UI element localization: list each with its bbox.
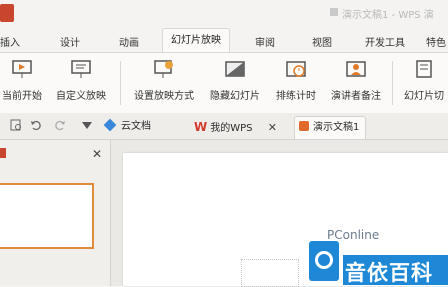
presentation-icon	[299, 121, 309, 131]
tab-my-wps[interactable]: W 我的WPS ✕	[194, 116, 277, 138]
tab-review[interactable]: 审阅	[255, 34, 275, 49]
rehearse-timing-button[interactable]: 排练计时	[270, 53, 322, 111]
watermark-brand: PConline	[327, 228, 380, 242]
wps-logo-icon: W	[194, 120, 208, 134]
watermark-logo-icon	[309, 241, 339, 281]
menu-bar: 插入 设计 动画 幻灯片放映 审阅 视图 开发工具 特色	[0, 28, 448, 53]
print-preview-icon[interactable]	[10, 119, 22, 131]
cloud-doc-icon	[103, 118, 117, 132]
speaker-notes-icon	[346, 61, 366, 77]
speaker-notes-button[interactable]: 演讲者备注	[324, 53, 388, 111]
tab-presentation-1-label: 演示文稿1	[313, 122, 360, 133]
tab-design[interactable]: 设计	[60, 34, 80, 49]
ribbon-divider	[392, 61, 393, 105]
slide-switch-button[interactable]: 幻灯片切	[400, 53, 448, 111]
ribbon-divider	[120, 61, 121, 105]
slide-switch-label: 幻灯片切	[404, 91, 444, 102]
ribbon: 当前开始 自定义放映 设置放映方式 隐藏幻灯片 排练计时 演讲者备注 幻灯片切	[0, 52, 448, 114]
play-from-current-button[interactable]: 当前开始	[0, 53, 44, 111]
slide-thumbnail-pane: ✕	[0, 140, 111, 286]
document-tab-strip: 云文档 W 我的WPS ✕ 演示文稿1	[0, 113, 448, 140]
hide-slide-button[interactable]: 隐藏幻灯片	[204, 53, 266, 111]
tab-cloud-docs[interactable]: 云文档	[103, 116, 151, 138]
presentation-icon	[330, 8, 338, 16]
show-settings-icon	[154, 60, 173, 78]
close-icon[interactable]: ✕	[268, 121, 277, 134]
tab-slideshow[interactable]: 幻灯片放映	[162, 28, 230, 53]
tab-my-wps-label: 我的WPS	[210, 123, 253, 134]
undo-icon[interactable]	[30, 119, 42, 131]
tab-view[interactable]: 视图	[312, 34, 332, 49]
watermark-logo-ring	[315, 251, 333, 269]
show-settings-label: 设置放映方式	[134, 91, 194, 102]
wps-app-icon[interactable]	[0, 4, 14, 22]
window-title: 演示文稿1 - WPS 演	[342, 10, 434, 21]
rehearse-timing-label: 排练计时	[276, 91, 316, 102]
watermark-chinese: 音依百科	[345, 261, 433, 285]
close-icon[interactable]: ✕	[92, 147, 102, 161]
tab-developer[interactable]: 开发工具	[365, 34, 405, 49]
slide-thumbnail[interactable]	[0, 183, 94, 249]
slide-switch-icon	[416, 60, 432, 78]
show-settings-button[interactable]: 设置放映方式	[127, 53, 201, 111]
hide-slide-label: 隐藏幻灯片	[210, 91, 260, 102]
slide-editing-area: PConline 音依百科	[111, 140, 448, 287]
custom-show-label: 自定义放映	[56, 91, 106, 102]
play-from-current-icon	[12, 60, 32, 78]
pane-tab-marker	[0, 148, 6, 158]
slide-canvas[interactable]: PConline 音依百科	[123, 153, 448, 287]
placeholder-box[interactable]	[241, 259, 299, 287]
chevron-down-icon[interactable]	[82, 122, 92, 130]
tab-features[interactable]: 特色	[426, 34, 446, 49]
title-bar: 演示文稿1 - WPS 演	[0, 0, 448, 28]
custom-show-icon	[71, 60, 91, 78]
redo-icon[interactable]	[54, 119, 66, 131]
tab-insert[interactable]: 插入	[0, 34, 20, 49]
custom-show-button[interactable]: 自定义放映	[50, 53, 112, 111]
speaker-notes-label: 演讲者备注	[331, 91, 381, 102]
tab-animation[interactable]: 动画	[119, 34, 139, 49]
tab-presentation-1[interactable]: 演示文稿1	[294, 116, 367, 139]
tab-cloud-docs-label: 云文档	[121, 121, 151, 132]
hide-slide-icon	[225, 61, 245, 77]
play-from-current-label: 当前开始	[2, 91, 42, 102]
rehearse-timing-icon	[286, 61, 306, 77]
